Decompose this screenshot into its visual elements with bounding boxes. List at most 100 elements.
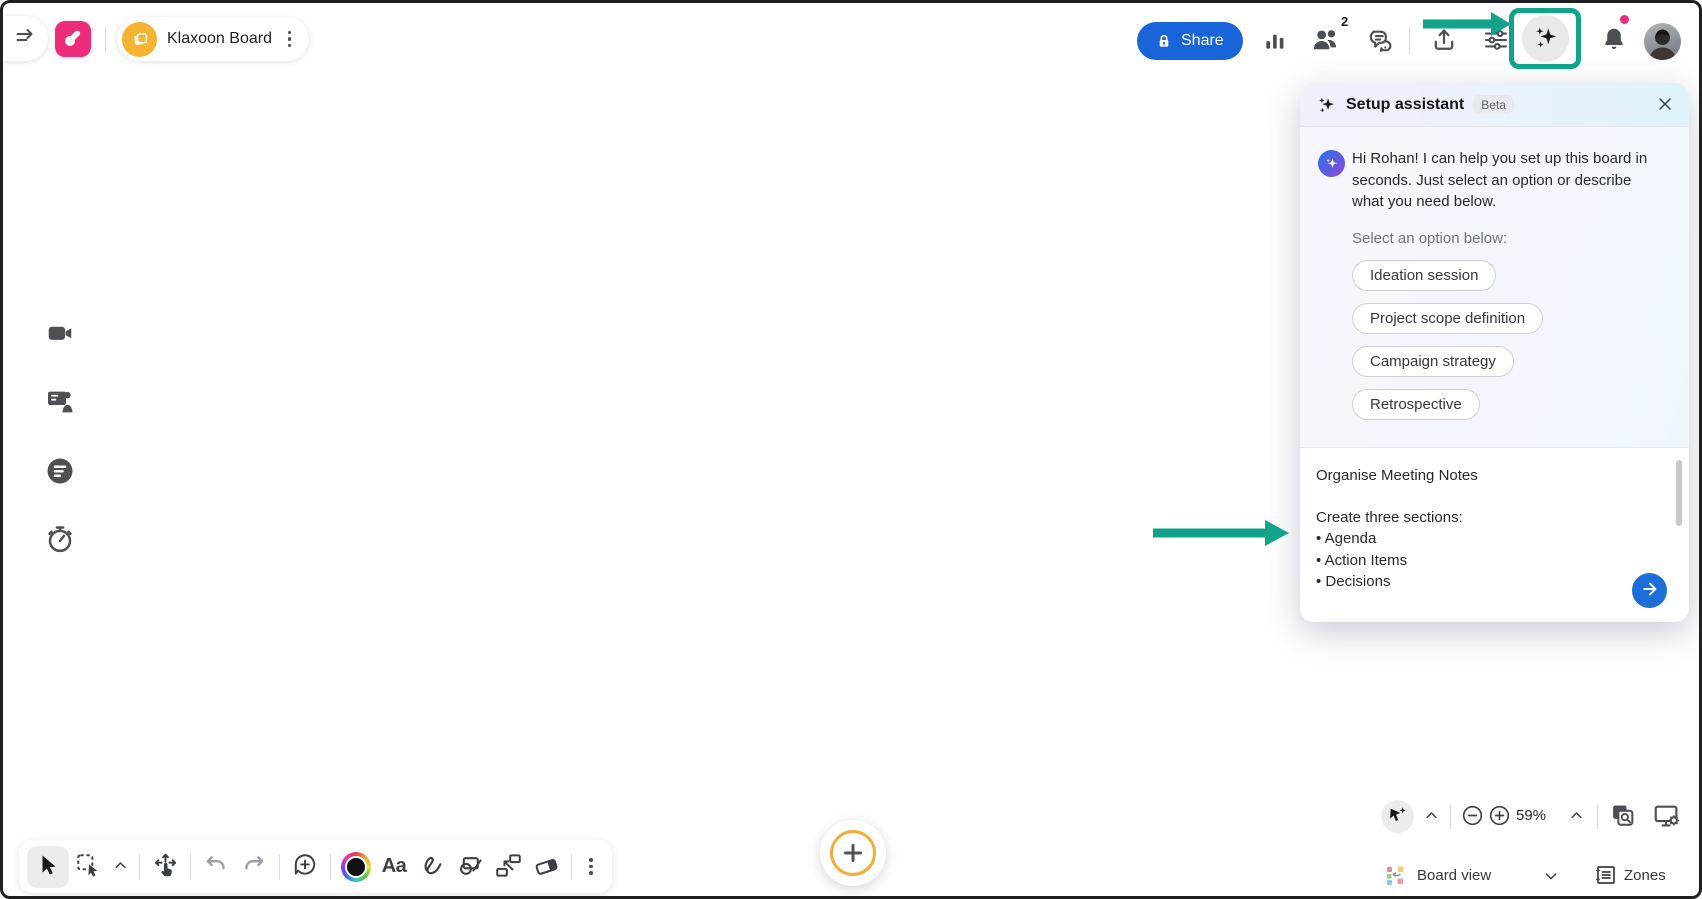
board-view-icon: [1384, 863, 1408, 890]
export-button[interactable]: [1429, 26, 1459, 56]
close-panel-button[interactable]: [1654, 94, 1676, 116]
bell-icon: [1600, 25, 1628, 56]
toolbar-divider: [571, 854, 572, 880]
color-picker-button[interactable]: [337, 846, 375, 888]
user-avatar[interactable]: [1644, 23, 1681, 60]
chevron-up-icon: [113, 858, 128, 876]
klaxoon-logo-icon: [61, 26, 85, 53]
send-button[interactable]: [1632, 573, 1667, 608]
zoom-divider: [1450, 805, 1451, 829]
toolbar-divider: [279, 854, 280, 880]
option-retrospective[interactable]: Retrospective: [1352, 389, 1480, 420]
draw-tool-button[interactable]: [413, 846, 451, 888]
board-view-button[interactable]: [1383, 863, 1409, 889]
marquee-select-icon: [75, 852, 101, 881]
option-ideation-session[interactable]: Ideation session: [1352, 260, 1496, 291]
sidebar-toggle-button[interactable]: [3, 16, 48, 61]
chevron-down-icon: [1543, 868, 1559, 887]
zones-button[interactable]: [1593, 863, 1619, 889]
beta-badge: Beta: [1473, 95, 1514, 114]
redo-button[interactable]: [235, 846, 273, 888]
board-menu-button[interactable]: [282, 27, 298, 52]
undo-button[interactable]: [197, 846, 235, 888]
notifications-button[interactable]: [1599, 25, 1629, 55]
chat-button[interactable]: [1363, 26, 1395, 58]
sidebar-expand-icon: [14, 25, 38, 52]
zoom-in-button[interactable]: [1487, 805, 1511, 829]
survey-tool-button[interactable]: [43, 455, 77, 489]
topbar-divider: [105, 28, 106, 52]
text-tool-button[interactable]: Aa: [375, 846, 413, 888]
share-button[interactable]: Share: [1137, 22, 1243, 60]
more-tools-button[interactable]: [578, 846, 604, 888]
color-wheel-icon: [341, 852, 371, 882]
bottom-toolbar: Aa: [19, 840, 612, 893]
setup-assistant-panel: Setup assistant Beta Hi: [1300, 83, 1689, 622]
klaxoon-logo[interactable]: [55, 21, 91, 57]
connector-tool-button[interactable]: [489, 846, 527, 888]
redo-icon: [241, 852, 267, 881]
pointer-mode-expand-button[interactable]: [1421, 807, 1441, 827]
composer-bullet: • Agenda: [1316, 528, 1673, 550]
board-view-dropdown-button[interactable]: [1541, 867, 1561, 887]
plus-ring-icon: [830, 830, 876, 876]
lock-icon: [1156, 33, 1172, 49]
video-tool-button[interactable]: [43, 317, 77, 351]
whiteboard-session-button[interactable]: [43, 385, 77, 419]
assistant-button-highlight: [1509, 8, 1581, 69]
list-circle-icon: [45, 456, 75, 489]
board-title: Klaxoon Board: [167, 30, 272, 48]
video-camera-icon: [45, 318, 75, 351]
cursor-icon: [36, 853, 60, 880]
overview-button[interactable]: [1608, 802, 1638, 832]
annotation-arrow-composer: [1153, 520, 1289, 551]
composer-bullet: • Action Items: [1316, 550, 1673, 572]
assistant-sparkles-icon: [1316, 95, 1336, 115]
people-icon: [1310, 24, 1341, 58]
option-project-scope-definition[interactable]: Project scope definition: [1352, 303, 1543, 334]
assistant-panel-body: Hi Rohan! I can help you set up this boa…: [1300, 127, 1689, 420]
assistant-panel-header: Setup assistant Beta: [1300, 83, 1689, 127]
send-arrow-icon: [1640, 579, 1660, 602]
zoom-level[interactable]: 59%: [1516, 807, 1546, 824]
toolbar-divider: [139, 854, 140, 880]
composer-scrollbar[interactable]: [1676, 460, 1682, 526]
scribble-pen-icon: [419, 852, 446, 882]
select-tool-button[interactable]: [27, 846, 69, 888]
select-option-prompt: Select an option below:: [1352, 230, 1671, 247]
comment-plus-icon: [292, 852, 318, 881]
assistant-message-text: Hi Rohan! I can help you set up this boa…: [1352, 148, 1647, 213]
add-idea-button[interactable]: [286, 846, 324, 888]
zones-label[interactable]: Zones: [1624, 867, 1666, 884]
participants-count-badge: 2: [1341, 14, 1348, 29]
participants-button[interactable]: [1309, 25, 1341, 57]
presenter-board-icon: [44, 385, 76, 420]
assistant-avatar-icon: [1318, 150, 1345, 177]
zoom-expand-button[interactable]: [1566, 807, 1586, 827]
display-settings-button[interactable]: [1651, 801, 1683, 833]
undo-icon: [203, 852, 229, 881]
board-view-label[interactable]: Board view: [1417, 867, 1491, 884]
app-window: Klaxoon Board Share: [0, 0, 1702, 899]
zoom-out-button[interactable]: [1460, 805, 1484, 829]
bar-chart-icon: [1262, 27, 1288, 56]
select-tool-expand-button[interactable]: [107, 846, 133, 888]
sparkles-icon: [1532, 24, 1559, 54]
settings-button[interactable]: [1481, 26, 1511, 56]
pan-tool-button[interactable]: [146, 846, 184, 888]
setup-assistant-button[interactable]: [1522, 15, 1569, 62]
timer-tool-button[interactable]: [43, 523, 77, 557]
pointer-mode-button[interactable]: [1381, 800, 1414, 833]
marquee-select-tool-button[interactable]: [69, 846, 107, 888]
option-pills: Ideation session Project scope definitio…: [1352, 260, 1671, 420]
shapes-tool-button[interactable]: [451, 846, 489, 888]
upload-icon: [1430, 26, 1458, 57]
add-element-button[interactable]: [820, 820, 886, 886]
stats-button[interactable]: [1261, 27, 1289, 55]
option-campaign-strategy[interactable]: Campaign strategy: [1352, 346, 1514, 377]
eraser-tool-button[interactable]: [527, 846, 565, 888]
composer-line: Create three sections:: [1316, 507, 1673, 529]
assistant-input-area[interactable]: Organise Meeting Notes Create three sect…: [1300, 447, 1689, 622]
eraser-icon: [533, 852, 560, 882]
topbar-divider: [1409, 28, 1410, 54]
